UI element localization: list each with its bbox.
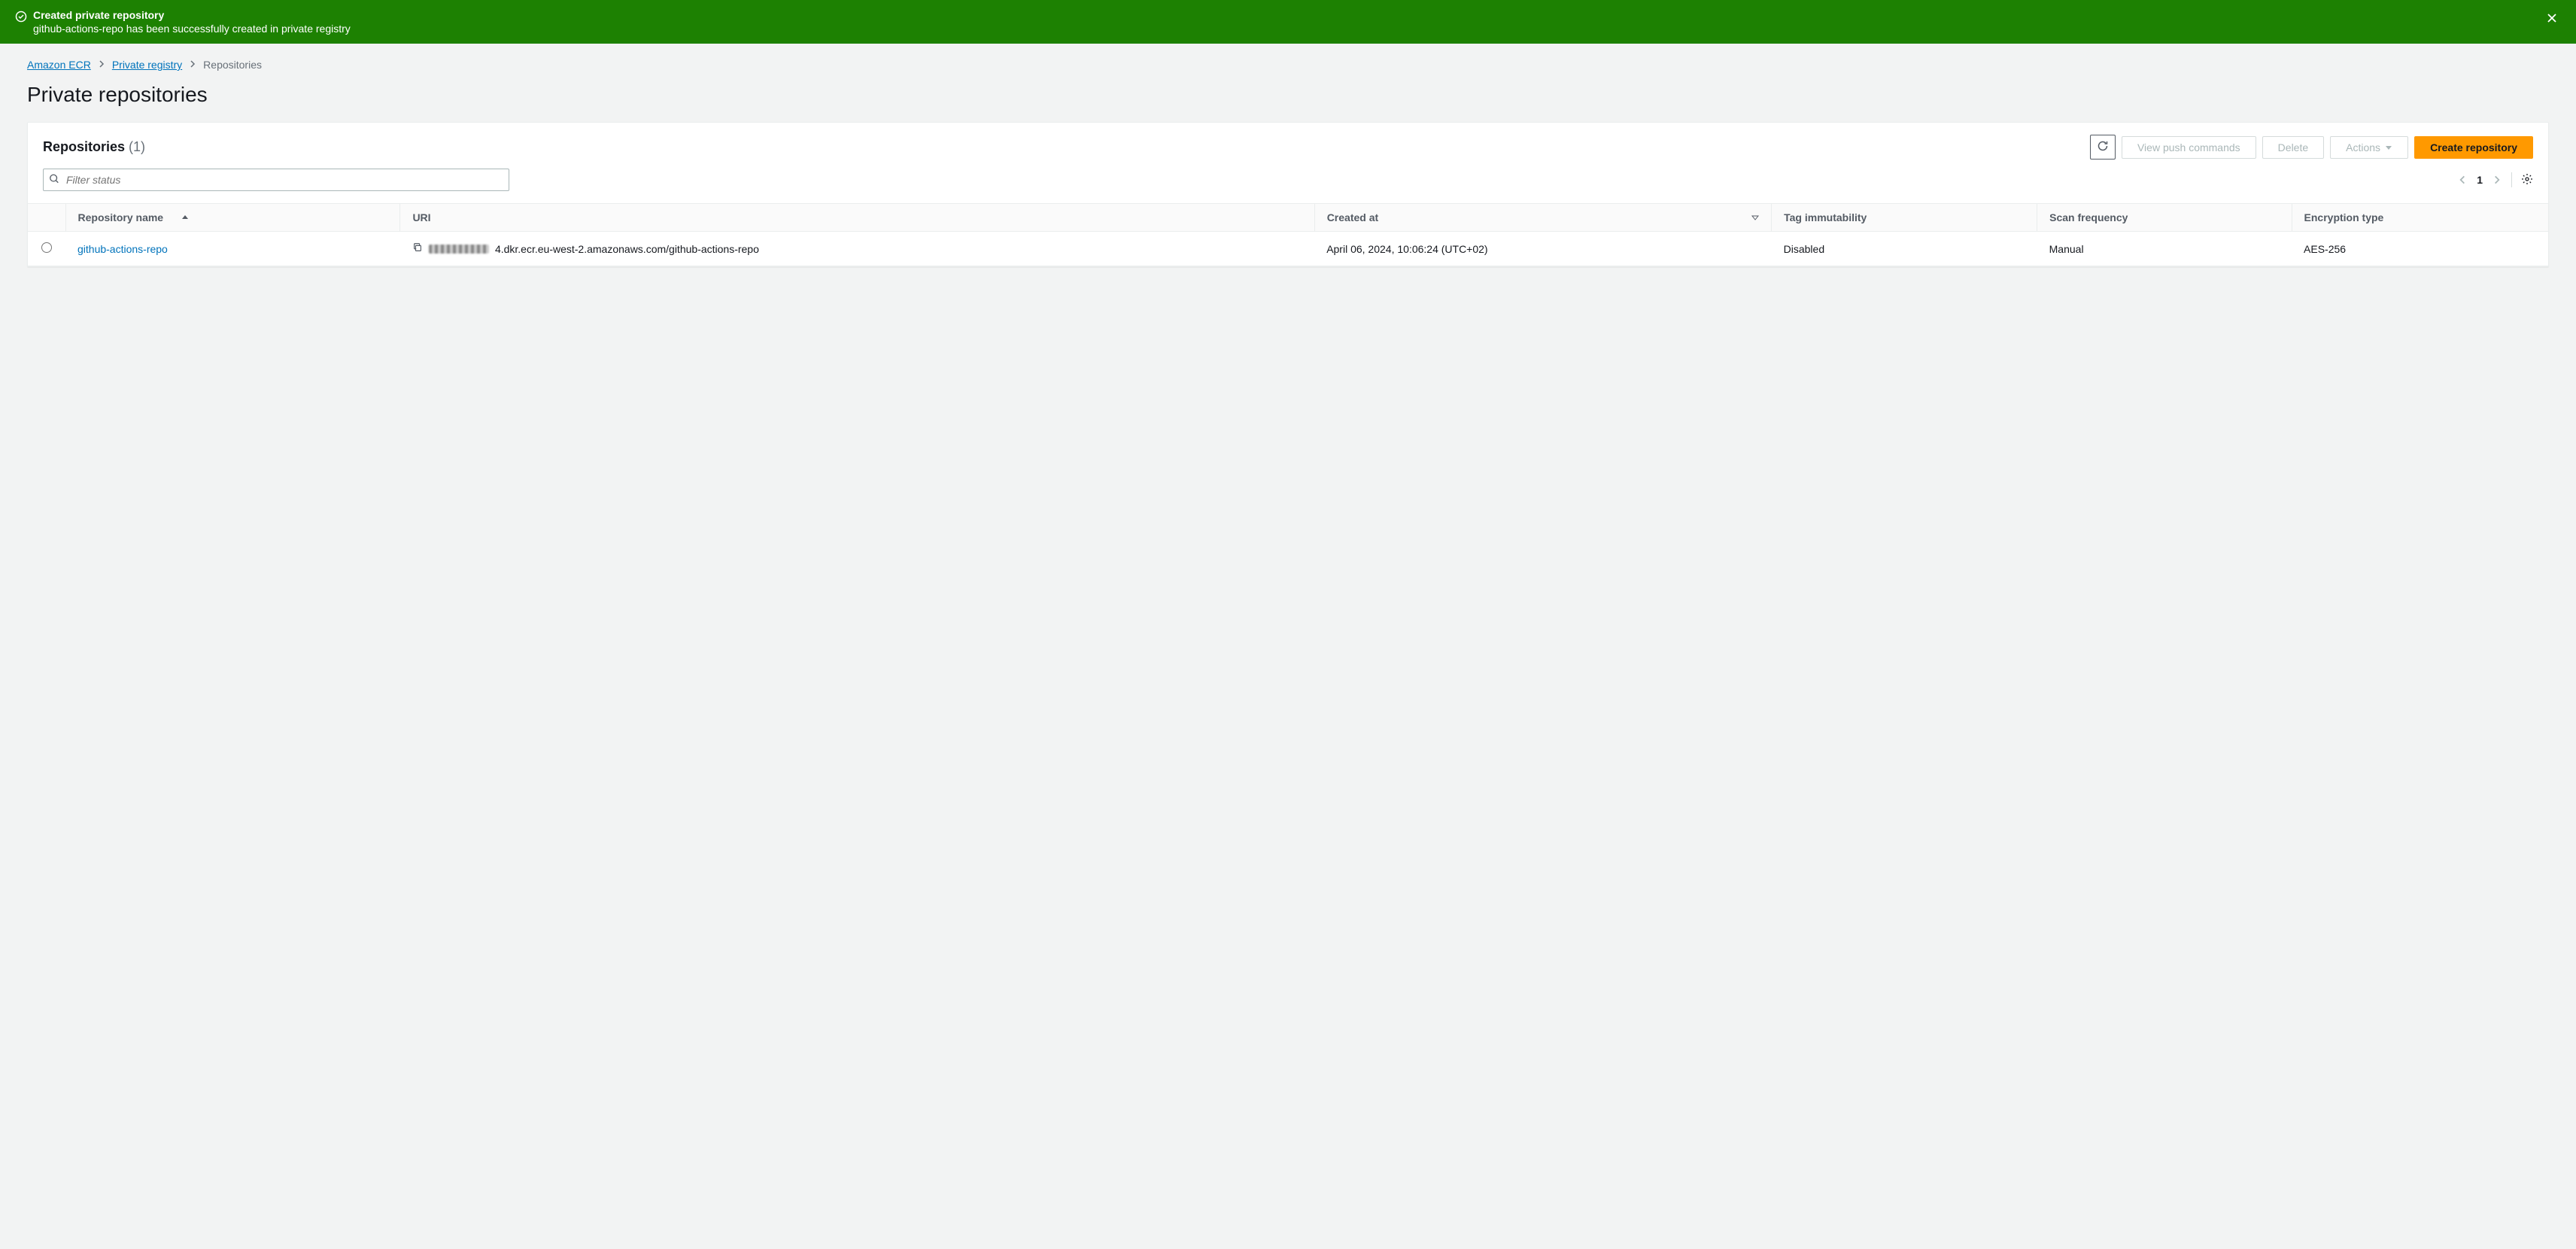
chevron-right-icon — [188, 59, 197, 71]
page-title: Private repositories — [27, 83, 2549, 107]
table-header-tag-immutability[interactable]: Tag immutability — [1772, 204, 2037, 232]
pagination: 1 — [2457, 172, 2533, 187]
sort-outline-icon — [1751, 211, 1759, 223]
uri-text: 4.dkr.ecr.eu-west-2.amazonaws.com/github… — [495, 243, 759, 255]
table-header-repo-name[interactable]: Repository name — [65, 204, 400, 232]
table-header-scan-frequency[interactable]: Scan frequency — [2037, 204, 2292, 232]
check-circle-icon — [15, 9, 27, 25]
table-header-encryption-type[interactable]: Encryption type — [2292, 204, 2548, 232]
copy-icon[interactable] — [412, 242, 423, 255]
close-notification-button[interactable] — [2543, 9, 2561, 29]
refresh-button[interactable] — [2090, 135, 2116, 160]
delete-button[interactable]: Delete — [2262, 136, 2324, 159]
row-select-radio[interactable] — [41, 242, 52, 253]
repositories-panel: Repositories (1) View push commands Dele… — [27, 122, 2549, 267]
search-icon — [49, 174, 59, 187]
sort-asc-icon — [181, 214, 189, 221]
actions-button[interactable]: Actions — [2330, 136, 2408, 159]
create-repository-button[interactable]: Create repository — [2414, 136, 2533, 159]
chevron-right-icon — [97, 59, 106, 71]
repo-name-link[interactable]: github-actions-repo — [77, 243, 168, 255]
refresh-icon — [2097, 140, 2109, 154]
notification-message: github-actions-repo has been successfull… — [33, 23, 351, 35]
table-header-created-at[interactable]: Created at — [1314, 204, 1771, 232]
breadcrumb-registry[interactable]: Private registry — [112, 59, 182, 71]
breadcrumb-service[interactable]: Amazon ECR — [27, 59, 91, 71]
table-header-uri[interactable]: URI — [400, 204, 1314, 232]
filter-input-wrapper — [43, 169, 509, 191]
caret-down-icon — [2385, 141, 2392, 153]
prev-page-button[interactable] — [2457, 175, 2468, 185]
notification-title: Created private repository — [33, 9, 351, 21]
uri-redacted — [429, 245, 489, 254]
page-number: 1 — [2477, 174, 2483, 186]
actions-button-label: Actions — [2346, 141, 2380, 153]
encryption-type-cell: AES-256 — [2292, 232, 2548, 266]
filter-input[interactable] — [43, 169, 509, 191]
success-notification: Created private repository github-action… — [0, 0, 2576, 44]
next-page-button[interactable] — [2492, 175, 2502, 185]
settings-button[interactable] — [2521, 173, 2533, 187]
view-push-commands-button[interactable]: View push commands — [2122, 136, 2256, 159]
header-text: Repository name — [78, 211, 164, 223]
header-text: Created at — [1327, 211, 1378, 223]
divider — [2511, 172, 2512, 187]
repositories-table: Repository name URI Created at Tag immut… — [28, 203, 2548, 266]
panel-count: (1) — [129, 139, 145, 154]
table-row: github-actions-repo 4.dkr.ecr.eu-west-2.… — [28, 232, 2548, 266]
created-at-cell: April 06, 2024, 10:06:24 (UTC+02) — [1314, 232, 1771, 266]
breadcrumb: Amazon ECR Private registry Repositories — [27, 59, 2549, 71]
scan-frequency-cell: Manual — [2037, 232, 2292, 266]
breadcrumb-current: Repositories — [203, 59, 262, 71]
panel-title: Repositories (1) — [43, 139, 145, 155]
table-header-select — [28, 204, 65, 232]
panel-title-text: Repositories — [43, 139, 125, 154]
tag-immutability-cell: Disabled — [1772, 232, 2037, 266]
